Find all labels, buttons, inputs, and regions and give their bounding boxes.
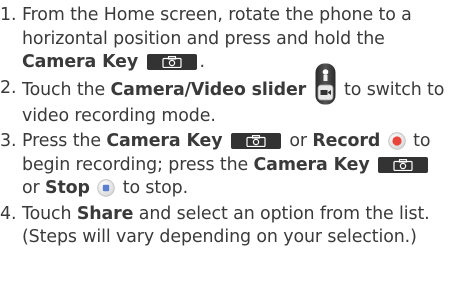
camera-video-slider-label: Camera/Video slider — [110, 79, 307, 100]
step-text: or — [283, 131, 313, 151]
stop-label: Stop — [45, 178, 90, 198]
share-label: Share — [76, 203, 134, 224]
camera-key-label: Camera Key — [106, 131, 223, 151]
step-text: Touch — [22, 203, 77, 224]
step-number: 2. — [0, 77, 17, 98]
step-4: 4. Touch Share and select an option from… — [0, 203, 451, 250]
step-number: 4. — [0, 203, 17, 224]
step-text: . — [199, 52, 206, 72]
camera-key-label: Camera Key — [253, 154, 370, 175]
step-text: Touch the — [22, 79, 111, 100]
stop-icon — [97, 179, 116, 197]
step-text: From the Home screen, rotate the phone t… — [22, 5, 412, 49]
instruction-steps: 1. From the Home screen, rotate the phon… — [0, 4, 451, 250]
camera-key-icon — [146, 54, 197, 70]
step-number: 3. — [0, 131, 17, 151]
step-text: Press the — [22, 131, 107, 151]
camera-key-icon — [230, 133, 281, 149]
record-label: Record — [312, 131, 381, 151]
step-3: 3. Press the Camera Key or Record to beg… — [0, 130, 451, 201]
step-text: or — [22, 178, 46, 198]
record-icon — [387, 132, 406, 150]
camera-key-icon — [378, 156, 429, 173]
camera-video-slider-icon — [315, 63, 336, 105]
step-text: to stop. — [117, 178, 189, 198]
step-number: 1. — [0, 5, 17, 25]
step-2: 2. Touch the Camera/Video slider to swit… — [0, 63, 451, 129]
step-1: 1. From the Home screen, rotate the phon… — [0, 4, 451, 75]
camera-key-label: Camera Key — [22, 52, 139, 72]
